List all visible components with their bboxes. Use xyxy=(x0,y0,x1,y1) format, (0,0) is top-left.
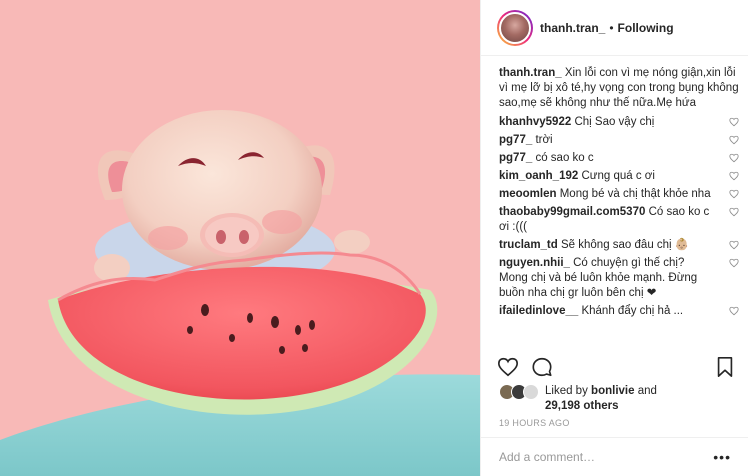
comments-list[interactable]: thanh.tran_ Xin lỗi con vì mẹ nóng giận,… xyxy=(499,66,739,351)
comment-username[interactable]: nguyen.nhii_ xyxy=(499,257,570,269)
instagram-post: thanh.tran_ • Following thanh.tran_ Xin … xyxy=(0,0,748,476)
heart-icon[interactable] xyxy=(729,240,739,250)
comment-item: meoomlen Mong bé và chị thật khỏe nha xyxy=(499,187,739,202)
heart-icon[interactable] xyxy=(729,258,739,268)
caption-username[interactable]: thanh.tran_ xyxy=(499,67,562,79)
more-icon[interactable]: ••• xyxy=(713,449,731,465)
comment-username[interactable]: pg77_ xyxy=(499,152,532,164)
comment-username[interactable]: truclam_td xyxy=(499,239,558,251)
heart-icon[interactable] xyxy=(729,306,739,316)
liker-avatars[interactable] xyxy=(499,384,539,400)
heart-icon[interactable] xyxy=(729,153,739,163)
comment-username[interactable]: meoomlen xyxy=(499,188,557,200)
comment-username[interactable]: kim_oanh_192 xyxy=(499,170,578,182)
header-separator: • xyxy=(609,20,614,35)
add-comment-input[interactable] xyxy=(499,450,714,464)
post-image[interactable] xyxy=(0,0,480,476)
comment-item: kim_oanh_192 Cưng quá c ơi xyxy=(499,169,739,184)
post-actions xyxy=(497,355,735,379)
avatar xyxy=(523,384,539,400)
comment-item: khanhvy5922 Chị Sao vậy chị xyxy=(499,115,739,130)
liker-username[interactable]: bonlivie xyxy=(591,385,634,397)
comment-username[interactable]: khanhvy5922 xyxy=(499,116,571,128)
comment-text: Sẽ không sao đâu chị 👶🏼 xyxy=(561,239,690,251)
comment-item: pg77_ có sao ko c xyxy=(499,151,739,166)
comment-username[interactable]: pg77_ xyxy=(499,134,532,146)
post-sidebar: thanh.tran_ • Following thanh.tran_ Xin … xyxy=(480,0,748,476)
heart-icon[interactable] xyxy=(729,135,739,145)
heart-icon[interactable] xyxy=(729,207,739,217)
add-comment-bar: ••• xyxy=(481,437,748,476)
likes-count[interactable]: 29,198 others xyxy=(545,400,619,412)
post-header: thanh.tran_ • Following xyxy=(481,0,748,56)
post-timestamp[interactable]: 19 HOURS AGO xyxy=(499,418,570,428)
following-button[interactable]: Following xyxy=(618,21,674,35)
heart-icon[interactable] xyxy=(497,356,519,378)
likes-and: and xyxy=(637,385,657,397)
comment-text: có sao ko c xyxy=(535,152,594,164)
comment-item: truclam_td Sẽ không sao đâu chị 👶🏼 xyxy=(499,238,739,253)
comment-icon[interactable] xyxy=(531,356,553,378)
comment-text: Khánh đẩy chị hả ... xyxy=(581,305,684,317)
bookmark-icon[interactable] xyxy=(715,356,735,378)
pig-watermelon-illustration xyxy=(0,0,480,476)
author-username[interactable]: thanh.tran_ xyxy=(540,21,605,35)
heart-icon[interactable] xyxy=(729,171,739,181)
comment-text: trời xyxy=(535,134,553,146)
heart-icon[interactable] xyxy=(729,117,739,127)
likes-summary: Liked by bonlivie and 29,198 others xyxy=(499,384,657,414)
comment-username[interactable]: ifailedinlove__ xyxy=(499,305,578,317)
likes-prefix: Liked by xyxy=(545,385,588,397)
comment-text: Mong bé và chị thật khỏe nha xyxy=(559,188,711,200)
comment-text: Chị Sao vậy chị xyxy=(574,116,655,128)
comment-item: ifailedinlove__ Khánh đẩy chị hả ... xyxy=(499,304,739,319)
comment-username[interactable]: thaobaby99gmail.com5370 xyxy=(499,206,645,218)
comment-text: Cưng quá c ơi xyxy=(581,170,655,182)
avatar-image xyxy=(499,11,531,44)
comment-item: thaobaby99gmail.com5370 Có sao ko c ơi :… xyxy=(499,205,739,235)
post-caption: thanh.tran_ Xin lỗi con vì mẹ nóng giận,… xyxy=(499,66,739,111)
comment-item: pg77_ trời xyxy=(499,133,739,148)
author-avatar[interactable] xyxy=(497,9,533,46)
likes-text: Liked by bonlivie and 29,198 others xyxy=(545,384,657,414)
heart-icon[interactable] xyxy=(729,189,739,199)
comment-item: nguyen.nhii_ Có chuyện gì thế chị? Mong … xyxy=(499,256,739,301)
